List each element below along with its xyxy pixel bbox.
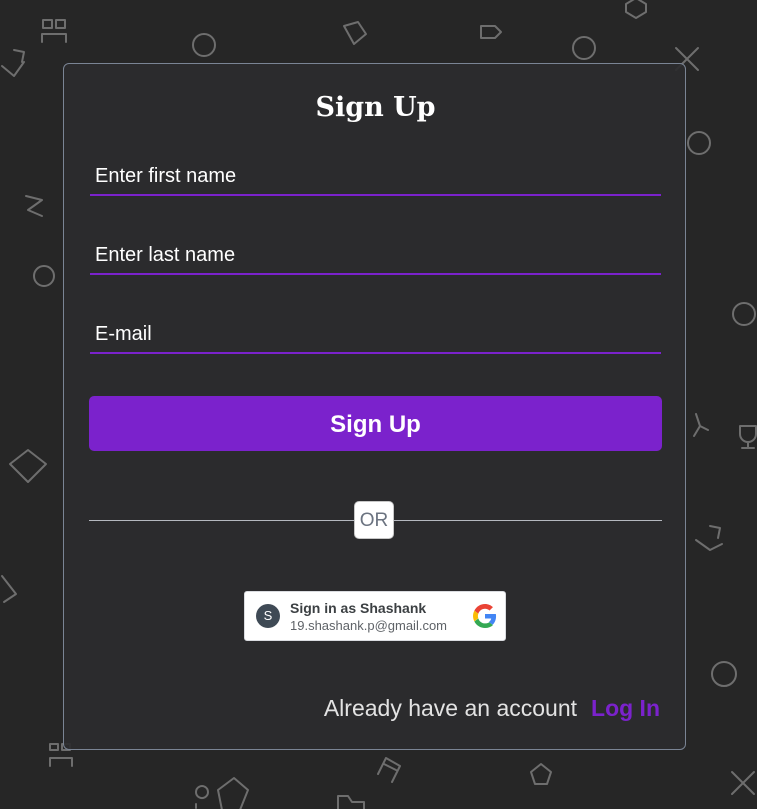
people-icon (41, 19, 67, 43)
google-account-name: Sign in as Shashank (290, 600, 427, 616)
chair-icon (1, 575, 17, 603)
lightning-icon (25, 195, 43, 217)
cookie-icon (572, 36, 596, 60)
diamond-icon (9, 449, 47, 483)
archway-icon (377, 757, 401, 783)
page-title: Sign Up (315, 92, 436, 123)
export-icon (1, 49, 25, 77)
runner-icon (693, 413, 709, 437)
first-name-field-container (90, 158, 661, 196)
gauge-icon (192, 33, 216, 57)
door-icon (217, 777, 249, 809)
target-icon (711, 661, 737, 687)
email-field-container (90, 316, 661, 354)
tag-icon (480, 25, 502, 39)
last-name-field-container (90, 237, 661, 275)
google-icon (473, 604, 497, 628)
clock-icon (732, 302, 756, 326)
trophy-icon (739, 425, 757, 449)
or-divider-label: OR (354, 501, 394, 539)
pin-icon (195, 785, 209, 809)
email-input[interactable] (90, 316, 661, 352)
signup-card: Sign Up Sign Up OR S Sign in as Shashank… (63, 63, 686, 750)
last-name-input[interactable] (90, 237, 661, 273)
google-account-email: 19.shashank.p@gmail.com (290, 618, 447, 633)
share-icon (695, 525, 723, 551)
avatar: S (256, 604, 280, 628)
google-signin-button[interactable]: S Sign in as Shashank 19.shashank.p@gmai… (244, 591, 506, 641)
cube-icon (625, 0, 647, 19)
folder-icon (337, 795, 365, 809)
close-doodle-icon (731, 771, 755, 795)
first-name-input[interactable] (90, 158, 661, 194)
bookmark-icon (343, 21, 367, 45)
globe-icon (687, 131, 711, 155)
timer-icon (33, 265, 55, 287)
login-prompt: Already have an account (323, 695, 577, 721)
pentagon-icon (530, 763, 552, 785)
signup-button[interactable]: Sign Up (89, 396, 662, 451)
login-link[interactable]: Log In (591, 695, 660, 722)
